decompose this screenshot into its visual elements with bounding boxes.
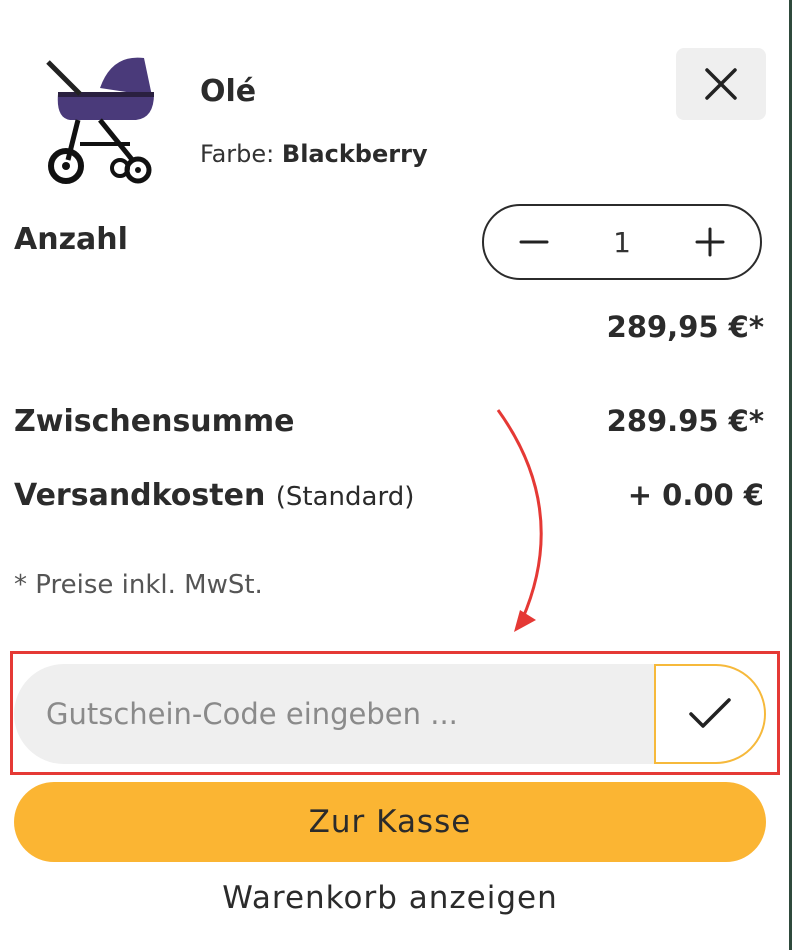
shipping-label-text: Versandkosten [14,478,266,513]
remove-item-button[interactable] [676,48,766,120]
annotation-highlight-box [10,651,780,775]
increase-quantity-button[interactable] [690,222,730,262]
shipping-value: + 0.00 € [627,478,764,512]
item-price: 289,95 €* [606,310,764,344]
quantity-label: Anzahl [14,222,128,257]
checkout-button[interactable]: Zur Kasse [14,782,766,862]
annotation-arrow-icon [496,409,543,632]
product-name[interactable]: Olé [200,74,256,109]
subtotal-value: 289.95 €* [606,404,764,438]
color-label: Farbe: [200,140,275,168]
shipping-method-note: (Standard) [275,482,415,512]
stroller-icon [46,57,154,184]
quantity-stepper[interactable]: 1 [482,204,762,280]
plus-icon [695,227,725,257]
shipping-label: Versandkosten (Standard) [14,478,414,513]
product-color: Farbe: Blackberry [200,140,428,168]
view-cart-link[interactable]: Warenkorb anzeigen [0,880,780,916]
product-image[interactable] [40,48,160,188]
color-value: Blackberry [281,140,428,168]
close-icon [705,68,737,100]
subtotal-label: Zwischensumme [14,404,295,439]
tax-note: * Preise inkl. MwSt. [14,570,263,600]
